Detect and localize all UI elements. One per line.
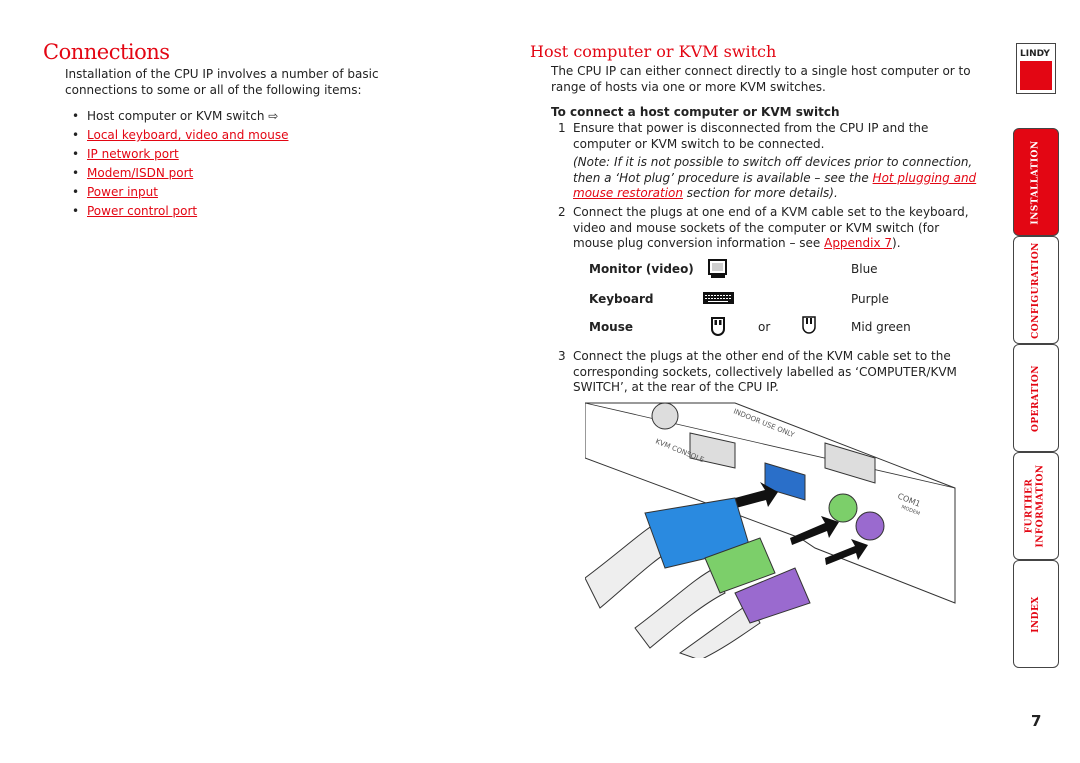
subheading: To connect a host computer or KVM switch [551, 105, 840, 119]
mouse-icon [711, 317, 725, 336]
label-mouse: Mouse [589, 320, 634, 334]
link-local-kvm[interactable]: Local keyboard, video and mouse [87, 128, 288, 142]
connection-list: Host computer or KVM switch ⇨ Local keyb… [72, 109, 288, 223]
monitor-icon [708, 259, 727, 278]
list-item: Host computer or KVM switch ⇨ [72, 109, 288, 128]
intro-text: Installation of the CPU IP involves a nu… [65, 67, 379, 97]
color-keyboard: Purple [851, 292, 889, 306]
step-number: 1 [558, 121, 566, 135]
link-modem[interactable]: Modem/ISDN port [87, 166, 193, 180]
step-2-text: Connect the plugs at one end of a KVM ca… [573, 205, 969, 250]
tab-further-information[interactable]: FURTHER INFORMATION [1013, 452, 1059, 560]
link-power-control[interactable]: Power control port [87, 204, 197, 218]
section-intro: The CPU IP can either connect directly t… [551, 64, 971, 94]
list-item: Modem/ISDN port [72, 166, 288, 185]
list-item: IP network port [72, 147, 288, 166]
list-item: Power control port [72, 204, 288, 223]
step-1-note: (Note: If it is not possible to switch o… [573, 155, 977, 200]
cpu-ip-rear-illustration: INDOOR USE ONLY KVM CONSOLE COM1 MODEM [585, 402, 956, 658]
color-monitor: Blue [851, 262, 878, 276]
section-title: Host computer or KVM switch [530, 42, 777, 61]
step-number: 2 [558, 205, 566, 219]
tab-index[interactable]: INDEX [1013, 560, 1059, 668]
lindy-logo: LINDY [1016, 43, 1056, 94]
keyboard-icon [703, 292, 734, 304]
link-ip-network[interactable]: IP network port [87, 147, 179, 161]
list-item: Local keyboard, video and mouse [72, 128, 288, 147]
tab-installation[interactable]: INSTALLATION [1013, 128, 1059, 236]
step-1-text: Ensure that power is disconnected from t… [573, 121, 929, 151]
page-title: Connections [43, 40, 170, 64]
svg-text:LINDY: LINDY [1020, 49, 1050, 59]
list-item: Power input [72, 185, 288, 204]
tab-operation[interactable]: OPERATION [1013, 344, 1059, 452]
label-keyboard: Keyboard [589, 292, 654, 306]
link-appendix-7[interactable]: Appendix 7 [824, 236, 892, 250]
label-monitor: Monitor (video) [589, 262, 694, 276]
link-power-input[interactable]: Power input [87, 185, 158, 199]
page-number: 7 [1031, 712, 1042, 730]
or-text: or [758, 320, 771, 334]
mouse-icon-alt [802, 316, 816, 334]
color-mouse: Mid green [851, 320, 911, 334]
step-number: 3 [558, 349, 566, 363]
tab-configuration[interactable]: CONFIGURATION [1013, 236, 1059, 344]
step-3-text: Connect the plugs at the other end of th… [573, 349, 957, 394]
